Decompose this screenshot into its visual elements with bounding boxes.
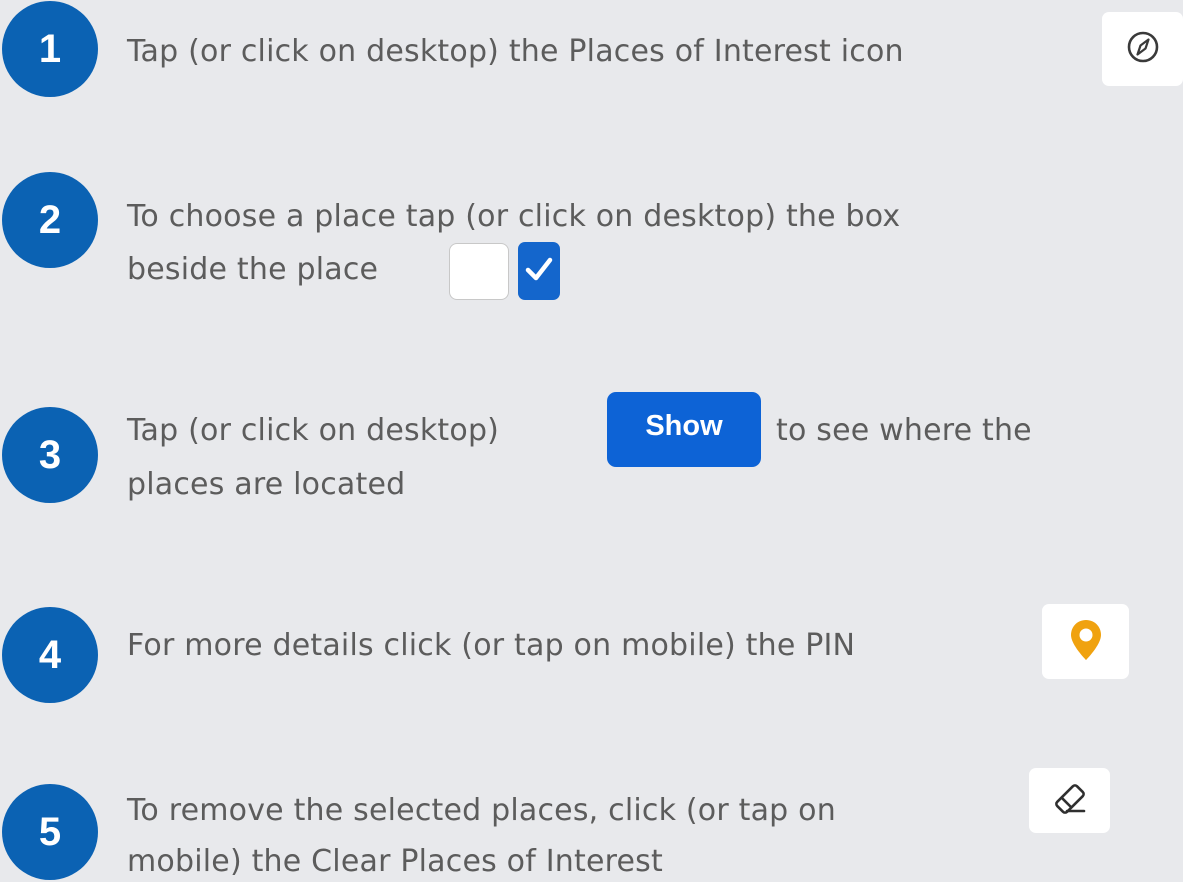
checkbox-checked[interactable] <box>518 242 560 300</box>
compass-icon <box>1125 29 1161 69</box>
step-5-text-line-2: mobile) the Clear Places of Interest <box>127 844 663 879</box>
step-4-text: For more details click (or tap on mobile… <box>127 628 856 663</box>
step-3-text-part-2: to see where the <box>776 413 1032 448</box>
eraser-icon <box>1053 783 1087 818</box>
map-pin-icon <box>1069 618 1103 666</box>
step-2-text-line-1: To choose a place tap (or click on deskt… <box>127 199 901 234</box>
checkmark-icon <box>523 253 555 289</box>
step-number-badge: 5 <box>2 784 98 880</box>
clear-places-button[interactable] <box>1029 768 1110 833</box>
step-number-badge: 2 <box>2 172 98 268</box>
step-number-badge: 4 <box>2 607 98 703</box>
checkbox-unchecked[interactable] <box>449 243 509 300</box>
show-button[interactable]: Show <box>607 392 761 467</box>
step-2-text-line-2: beside the place <box>127 252 379 287</box>
step-1-text: Tap (or click on desktop) the Places of … <box>127 34 904 69</box>
step-number-badge: 1 <box>2 1 98 97</box>
step-number-badge: 3 <box>2 407 98 503</box>
step-3-text-part-3: places are located <box>127 467 406 502</box>
step-3-text-part-1: Tap (or click on desktop) <box>127 413 500 448</box>
places-of-interest-button[interactable] <box>1102 12 1183 86</box>
step-5-text-line-1: To remove the selected places, click (or… <box>127 793 836 828</box>
map-pin-button[interactable] <box>1042 604 1129 679</box>
